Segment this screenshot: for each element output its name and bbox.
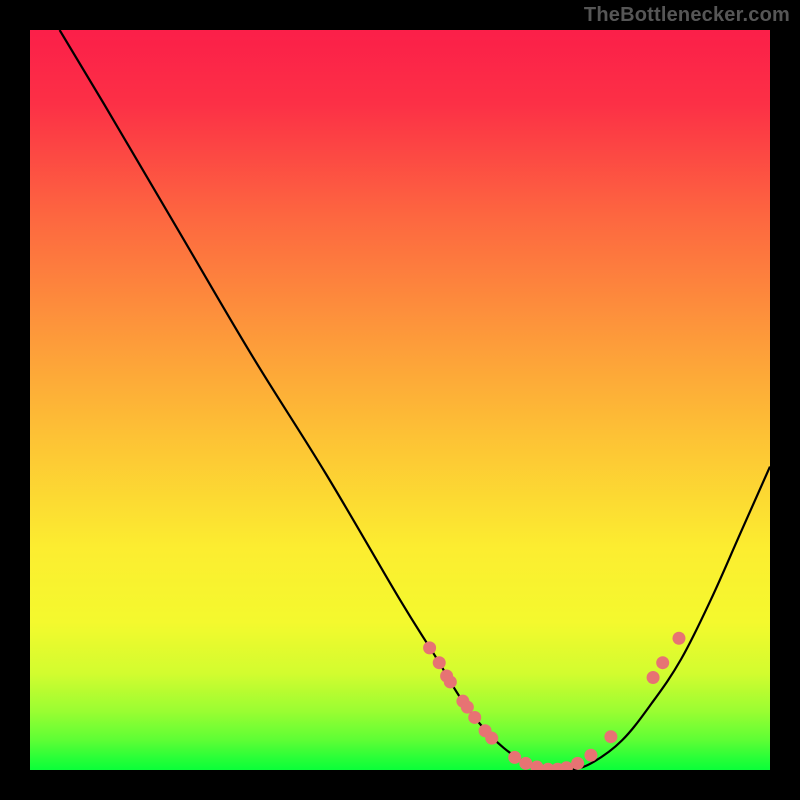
data-marker: [485, 732, 498, 745]
data-marker: [423, 641, 436, 654]
data-marker: [519, 757, 532, 770]
plot-area: [30, 30, 770, 770]
data-marker: [444, 675, 457, 688]
data-marker: [584, 749, 597, 762]
data-marker: [433, 656, 446, 669]
outer-frame: TheBottlenecker.com: [0, 0, 800, 800]
data-marker: [508, 751, 521, 764]
source-label: TheBottlenecker.com: [584, 4, 790, 27]
data-marker: [571, 757, 584, 770]
data-marker: [604, 730, 617, 743]
data-marker: [647, 671, 660, 684]
data-marker: [468, 711, 481, 724]
data-marker: [656, 656, 669, 669]
data-marker: [672, 632, 685, 645]
chart-svg: [30, 30, 770, 770]
